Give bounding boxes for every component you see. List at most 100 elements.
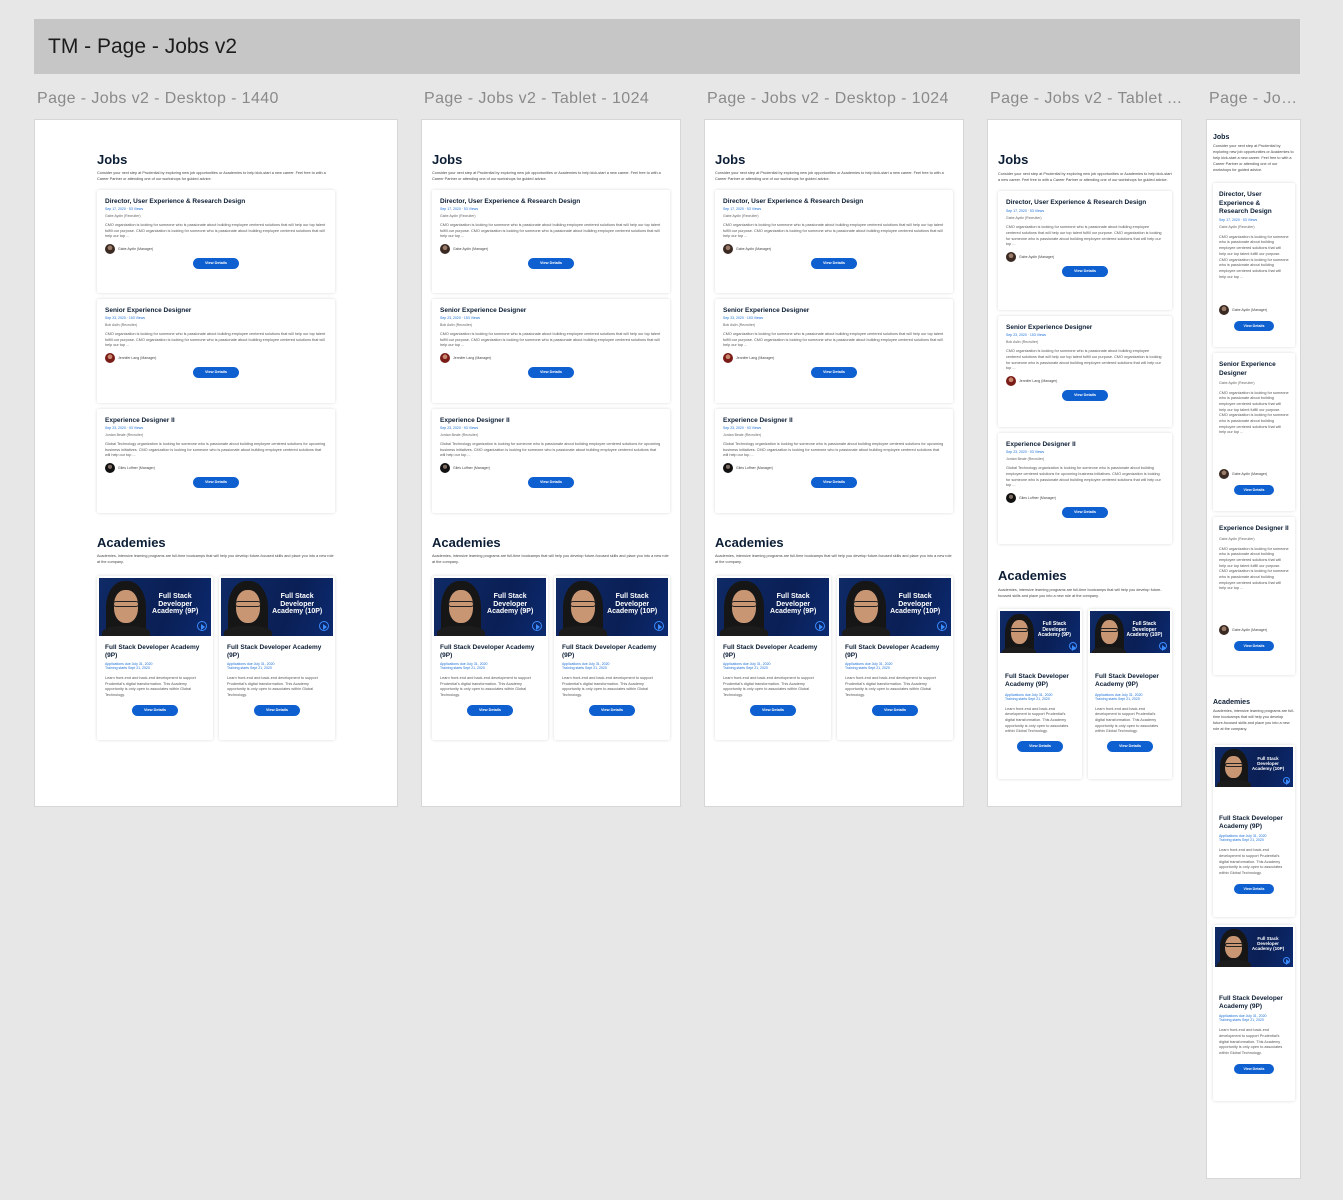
- job-title[interactable]: Experience Designer II: [723, 417, 945, 424]
- frame-mobile[interactable]: Jobs Consider your next step at Prudenti…: [1206, 119, 1301, 1179]
- job-card[interactable]: Senior Experience Designer Sep 23, 2020 …: [998, 316, 1172, 428]
- view-details-button[interactable]: View Details: [254, 705, 300, 717]
- view-details-button[interactable]: View Details: [811, 366, 857, 378]
- job-title[interactable]: Senior Experience Designer: [105, 307, 327, 314]
- view-details-button[interactable]: View Details: [1234, 640, 1274, 651]
- view-details-button[interactable]: View Details: [1234, 484, 1274, 495]
- academy-card[interactable]: Full Stack Developer Academy (10P) Full …: [219, 575, 335, 740]
- academy-title[interactable]: Full Stack Developer Academy (9P): [562, 644, 662, 660]
- academy-title[interactable]: Full Stack Developer Academy (9P): [845, 644, 945, 660]
- job-title[interactable]: Director, User Experience & Research Des…: [440, 198, 662, 205]
- frame-tablet-1024[interactable]: Jobs Consider your next step at Prudenti…: [421, 119, 681, 807]
- academy-banner[interactable]: Full Stack Developer Academy (9P): [434, 577, 546, 636]
- view-details-button[interactable]: View Details: [1107, 740, 1153, 752]
- job-title[interactable]: Experience Designer II: [440, 417, 662, 424]
- play-icon[interactable]: [1068, 641, 1077, 651]
- academy-title[interactable]: Full Stack Developer Academy (9P): [227, 644, 327, 660]
- view-details-button[interactable]: View Details: [1062, 506, 1108, 518]
- view-details-button[interactable]: View Details: [872, 705, 918, 717]
- academy-banner[interactable]: Full Stack Developer Academy (10P): [839, 577, 951, 636]
- play-icon[interactable]: [1282, 776, 1290, 786]
- academy-card[interactable]: Full Stack Developer Academy (9P) Full S…: [998, 609, 1082, 780]
- view-details-button[interactable]: View Details: [467, 705, 513, 717]
- job-card[interactable]: Director, User Experience & Research Des…: [1213, 183, 1295, 348]
- job-title[interactable]: Experience Designer II: [105, 417, 327, 424]
- academy-title[interactable]: Full Stack Developer Academy (9P): [1219, 815, 1289, 831]
- view-details-button[interactable]: View Details: [1234, 1063, 1274, 1074]
- view-details-button[interactable]: View Details: [132, 705, 178, 717]
- view-details-button[interactable]: View Details: [1017, 740, 1063, 752]
- job-card[interactable]: Experience Designer II Sep 23, 2020 · 93…: [715, 409, 953, 514]
- academy-banner[interactable]: Full Stack Developer Academy (10P): [556, 577, 668, 636]
- job-card[interactable]: Experience Designer II Sep 23, 2020 · 93…: [432, 409, 670, 514]
- job-card[interactable]: Director, User Experience & Research Des…: [432, 190, 670, 294]
- academy-title[interactable]: Full Stack Developer Academy (9P): [105, 644, 205, 660]
- job-title[interactable]: Director, User Experience & Research Des…: [1006, 199, 1164, 207]
- frame-label-desktop-1440[interactable]: Page - Jobs v2 - Desktop - 1440: [37, 90, 397, 108]
- academy-banner[interactable]: Full Stack Developer Academy (10P): [1215, 746, 1293, 787]
- job-title[interactable]: Experience Designer II: [1006, 441, 1164, 448]
- frame-label-desktop-1024[interactable]: Page - Jobs v2 - Desktop - 1024: [707, 90, 963, 108]
- view-details-button[interactable]: View Details: [1234, 883, 1274, 894]
- view-details-button[interactable]: View Details: [811, 257, 857, 269]
- play-icon[interactable]: [531, 621, 542, 632]
- academy-banner[interactable]: Full Stack Developer Academy (9P): [717, 577, 829, 636]
- academy-card[interactable]: Full Stack Developer Academy (9P) Full S…: [97, 575, 213, 740]
- view-details-button[interactable]: View Details: [1062, 389, 1108, 401]
- frame-label-tablet[interactable]: Page - Jobs v2 - Tablet ...: [990, 90, 1182, 108]
- view-details-button[interactable]: View Details: [193, 366, 239, 378]
- view-details-button[interactable]: View Details: [811, 476, 857, 488]
- view-details-button[interactable]: View Details: [193, 257, 239, 269]
- academy-banner[interactable]: Full Stack Developer Academy (9P): [99, 577, 211, 636]
- academy-banner[interactable]: Full Stack Developer Academy (10P): [1090, 611, 1170, 654]
- job-card[interactable]: Senior Experience Designer Sep 23, 2020 …: [715, 299, 953, 404]
- job-card[interactable]: Director, User Experience & Research Des…: [998, 191, 1172, 311]
- academy-card[interactable]: Full Stack Developer Academy (10P) Full …: [554, 575, 670, 740]
- academy-card[interactable]: Full Stack Developer Academy (9P) Full S…: [715, 575, 831, 740]
- academy-title[interactable]: Full Stack Developer Academy (9P): [723, 644, 823, 660]
- frame-desktop-1440[interactable]: Jobs Consider your next step at Prudenti…: [34, 119, 398, 807]
- academy-card[interactable]: Full Stack Developer Academy (10P) Full …: [837, 575, 953, 740]
- play-icon[interactable]: [318, 621, 329, 632]
- frame-label-mobile[interactable]: Page - Job...: [1209, 90, 1304, 108]
- job-title[interactable]: Director, User Experience & Research Des…: [1219, 191, 1289, 215]
- academy-card[interactable]: Full Stack Developer Academy (10P) Full …: [1088, 609, 1172, 780]
- job-title[interactable]: Experience Designer II: [1219, 525, 1289, 533]
- job-card[interactable]: Senior Experience Designer Gabe Aydin (R…: [1213, 353, 1295, 512]
- play-icon[interactable]: [1282, 956, 1290, 966]
- job-card[interactable]: Director, User Experience & Research Des…: [97, 190, 335, 294]
- job-title[interactable]: Senior Experience Designer: [440, 307, 662, 314]
- play-icon[interactable]: [936, 621, 947, 632]
- frame-desktop-1024[interactable]: Jobs Consider your next step at Prudenti…: [704, 119, 964, 807]
- academy-banner[interactable]: Full Stack Developer Academy (10P): [221, 577, 333, 636]
- academy-title[interactable]: Full Stack Developer Academy (9P): [1219, 995, 1289, 1011]
- view-details-button[interactable]: View Details: [193, 476, 239, 488]
- academy-title[interactable]: Full Stack Developer Academy (9P): [1095, 673, 1165, 689]
- job-card[interactable]: Experience Designer II Gabe Aydin (Recru…: [1213, 517, 1295, 676]
- job-card[interactable]: Experience Designer II Sep 23, 2020 · 93…: [97, 409, 335, 514]
- view-details-button[interactable]: View Details: [589, 705, 635, 717]
- academy-card[interactable]: Full Stack Developer Academy (10P) Full …: [1213, 924, 1295, 1101]
- academy-card[interactable]: Full Stack Developer Academy (10P) Full …: [1213, 744, 1295, 917]
- job-title[interactable]: Senior Experience Designer: [1219, 361, 1289, 377]
- play-icon[interactable]: [814, 621, 825, 632]
- view-details-button[interactable]: View Details: [1234, 320, 1274, 331]
- view-details-button[interactable]: View Details: [528, 476, 574, 488]
- academy-banner[interactable]: Full Stack Developer Academy (9P): [1000, 611, 1080, 654]
- frame-label-tablet-1024[interactable]: Page - Jobs v2 - Tablet - 1024: [424, 90, 680, 108]
- job-title[interactable]: Director, User Experience & Research Des…: [723, 198, 945, 205]
- academy-title[interactable]: Full Stack Developer Academy (9P): [1005, 673, 1075, 689]
- play-icon[interactable]: [196, 621, 207, 632]
- job-card[interactable]: Experience Designer II Sep 23, 2020 · 93…: [998, 433, 1172, 545]
- academy-card[interactable]: Full Stack Developer Academy (9P) Full S…: [432, 575, 548, 740]
- job-card[interactable]: Director, User Experience & Research Des…: [715, 190, 953, 294]
- job-card[interactable]: Senior Experience Designer Sep 23, 2020 …: [432, 299, 670, 404]
- frame-tablet-narrow[interactable]: Jobs Consider your next step at Prudenti…: [987, 119, 1182, 807]
- view-details-button[interactable]: View Details: [528, 366, 574, 378]
- job-title[interactable]: Senior Experience Designer: [723, 307, 945, 314]
- view-details-button[interactable]: View Details: [528, 257, 574, 269]
- job-title[interactable]: Director, User Experience & Research Des…: [105, 198, 327, 205]
- academy-banner[interactable]: Full Stack Developer Academy (10P): [1215, 926, 1293, 967]
- academy-title[interactable]: Full Stack Developer Academy (9P): [440, 644, 540, 660]
- view-details-button[interactable]: View Details: [750, 705, 796, 717]
